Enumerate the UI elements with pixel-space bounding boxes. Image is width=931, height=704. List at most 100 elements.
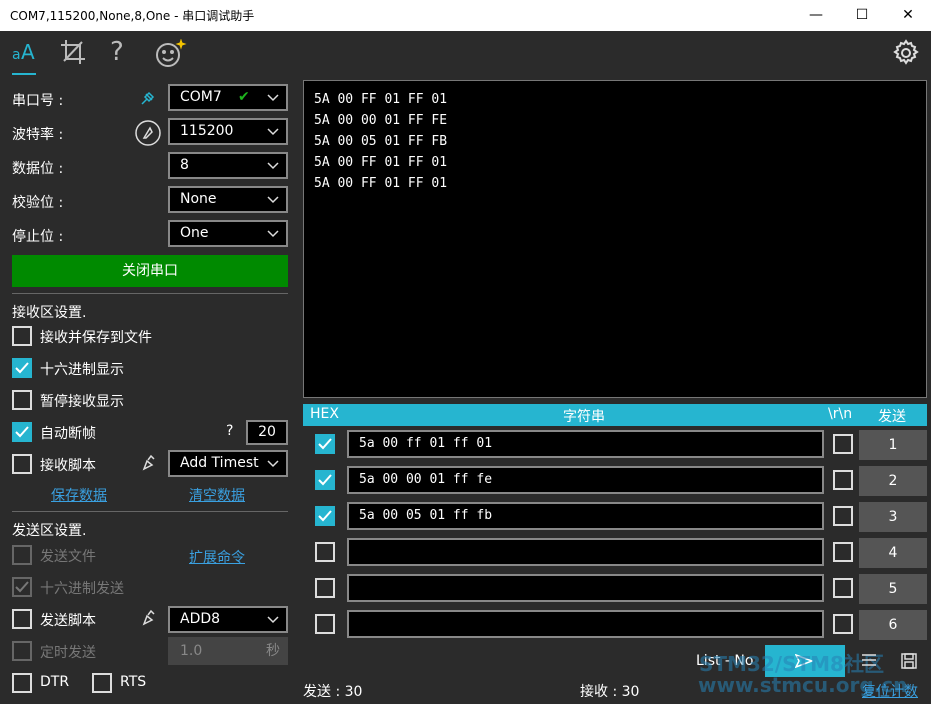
receive-line: 5A 00 FF 01 FF 01 bbox=[314, 155, 448, 170]
emoji-icon[interactable] bbox=[155, 38, 189, 69]
header-string: 字符串 bbox=[563, 409, 605, 425]
check-icon bbox=[318, 474, 332, 486]
stop-bits-value: One bbox=[180, 225, 209, 241]
receive-script-value: Add Timest bbox=[180, 455, 259, 471]
save-to-file-checkbox[interactable] bbox=[12, 326, 32, 346]
row-crlf-checkbox[interactable] bbox=[833, 506, 853, 526]
chevron-down-icon bbox=[267, 460, 279, 468]
port-select[interactable]: COM7 ✔ bbox=[168, 84, 288, 111]
chevron-down-icon bbox=[267, 128, 279, 136]
receive-script-checkbox[interactable] bbox=[12, 454, 32, 474]
hex-display-checkbox[interactable] bbox=[12, 358, 32, 378]
clear-data-link[interactable]: 清空数据 bbox=[189, 485, 245, 505]
parity-value: None bbox=[180, 191, 217, 207]
parity-select[interactable]: None bbox=[168, 186, 288, 213]
row-string-input[interactable] bbox=[347, 574, 824, 602]
save-icon[interactable] bbox=[900, 652, 918, 674]
send-table-header: HEX 字符串 \r\n 发送 bbox=[303, 404, 927, 426]
help-icon[interactable]: ? bbox=[110, 39, 124, 69]
check-icon bbox=[15, 581, 29, 593]
reset-count-link[interactable]: 复位计数 bbox=[862, 681, 918, 701]
divider bbox=[12, 511, 288, 512]
window-title: COM7,115200,None,8,One - 串口调试助手 bbox=[10, 9, 255, 23]
row-hex-checkbox[interactable] bbox=[315, 470, 335, 490]
row-send-button[interactable]: 1 bbox=[859, 430, 927, 460]
port-refresh-icon[interactable] bbox=[140, 90, 156, 110]
script-edit-icon[interactable] bbox=[140, 609, 158, 631]
font-size-icon[interactable]: aA bbox=[12, 39, 38, 75]
chevron-down-icon bbox=[267, 162, 279, 170]
row-hex-checkbox[interactable] bbox=[315, 542, 335, 562]
send-row: 6 bbox=[303, 608, 927, 642]
row-hex-checkbox[interactable] bbox=[315, 578, 335, 598]
list-icon[interactable] bbox=[860, 652, 878, 674]
row-send-button[interactable]: 3 bbox=[859, 502, 927, 532]
receive-display[interactable]: 5A 00 FF 01 FF 01 5A 00 00 01 FF FE 5A 0… bbox=[303, 80, 927, 398]
row-string-input[interactable]: 5a 00 05 01 ff fb bbox=[347, 502, 824, 530]
maximize-button[interactable]: ☐ bbox=[839, 0, 885, 31]
sent-count: 发送 : 30 bbox=[303, 684, 363, 700]
send-row: 5a 00 00 01 ff fe 2 bbox=[303, 464, 927, 498]
save-data-link[interactable]: 保存数据 bbox=[51, 485, 107, 505]
auto-frame-checkbox[interactable] bbox=[12, 422, 32, 442]
pause-display-checkbox[interactable] bbox=[12, 390, 32, 410]
hex-send-checkbox[interactable] bbox=[12, 577, 32, 597]
row-crlf-checkbox[interactable] bbox=[833, 578, 853, 598]
minimize-button[interactable]: — bbox=[793, 0, 839, 31]
timed-send-checkbox[interactable] bbox=[12, 641, 32, 661]
extend-command-link[interactable]: 扩展命令 bbox=[189, 547, 245, 567]
receive-section-title: 接收区设置. bbox=[12, 305, 87, 321]
title-bar: COM7,115200,None,8,One - 串口调试助手 — ☐ ✕ bbox=[0, 0, 931, 31]
timer-input[interactable]: 1.0 秒 bbox=[168, 637, 288, 665]
stop-bits-label: 停止位 : bbox=[12, 229, 64, 245]
data-bits-label: 数据位 : bbox=[12, 161, 64, 177]
save-to-file-label: 接收并保存到文件 bbox=[40, 330, 152, 346]
receive-line: 5A 00 FF 01 FF 01 bbox=[314, 176, 448, 191]
dtr-checkbox[interactable] bbox=[12, 673, 32, 693]
row-crlf-checkbox[interactable] bbox=[833, 542, 853, 562]
settings-gear-icon[interactable] bbox=[892, 39, 920, 69]
row-string-input[interactable] bbox=[347, 610, 824, 638]
send-script-label: 发送脚本 bbox=[40, 613, 96, 629]
divider bbox=[12, 293, 288, 294]
frame-help-icon[interactable]: ? bbox=[226, 423, 233, 439]
toolbar: aA ? bbox=[0, 31, 931, 78]
row-send-button[interactable]: 5 bbox=[859, 574, 927, 604]
row-string-input[interactable]: 5a 00 00 01 ff fe bbox=[347, 466, 824, 494]
row-send-button[interactable]: 4 bbox=[859, 538, 927, 568]
crop-icon[interactable] bbox=[60, 39, 86, 69]
row-hex-checkbox[interactable] bbox=[315, 506, 335, 526]
chevron-down-icon bbox=[267, 196, 279, 204]
port-label: 串口号 : bbox=[12, 93, 64, 109]
close-window-button[interactable]: ✕ bbox=[885, 0, 931, 31]
row-crlf-checkbox[interactable] bbox=[833, 434, 853, 454]
row-string-input[interactable] bbox=[347, 538, 824, 566]
auto-frame-label: 自动断帧 bbox=[40, 426, 96, 442]
send-script-select[interactable]: ADD8 bbox=[168, 606, 288, 633]
receive-line: 5A 00 05 01 FF FB bbox=[314, 134, 448, 149]
script-edit-icon[interactable] bbox=[140, 454, 158, 476]
check-icon bbox=[318, 438, 332, 450]
row-crlf-checkbox[interactable] bbox=[833, 470, 853, 490]
send-row: 4 bbox=[303, 536, 927, 570]
row-send-button[interactable]: 2 bbox=[859, 466, 927, 496]
row-send-button[interactable]: 6 bbox=[859, 610, 927, 640]
receive-script-select[interactable]: Add Timest bbox=[168, 450, 288, 477]
data-bits-select[interactable]: 8 bbox=[168, 152, 288, 179]
baud-select[interactable]: 115200 bbox=[168, 118, 288, 145]
row-hex-checkbox[interactable] bbox=[315, 614, 335, 634]
baud-tool-icon[interactable] bbox=[134, 119, 162, 151]
stop-bits-select[interactable]: One bbox=[168, 220, 288, 247]
close-port-button[interactable]: 关闭串口 bbox=[12, 255, 288, 287]
send-file-checkbox[interactable] bbox=[12, 545, 32, 565]
frame-timeout-input[interactable]: 20 bbox=[246, 420, 288, 445]
chevron-down-icon bbox=[267, 230, 279, 238]
send-script-checkbox[interactable] bbox=[12, 609, 32, 629]
pause-display-label: 暂停接收显示 bbox=[40, 394, 124, 410]
row-crlf-checkbox[interactable] bbox=[833, 614, 853, 634]
rts-checkbox[interactable] bbox=[92, 673, 112, 693]
row-hex-checkbox[interactable] bbox=[315, 434, 335, 454]
row-string-input[interactable]: 5a 00 ff 01 ff 01 bbox=[347, 430, 824, 458]
connected-check-icon: ✔ bbox=[238, 89, 250, 105]
send-row: 5a 00 ff 01 ff 01 1 bbox=[303, 428, 927, 462]
